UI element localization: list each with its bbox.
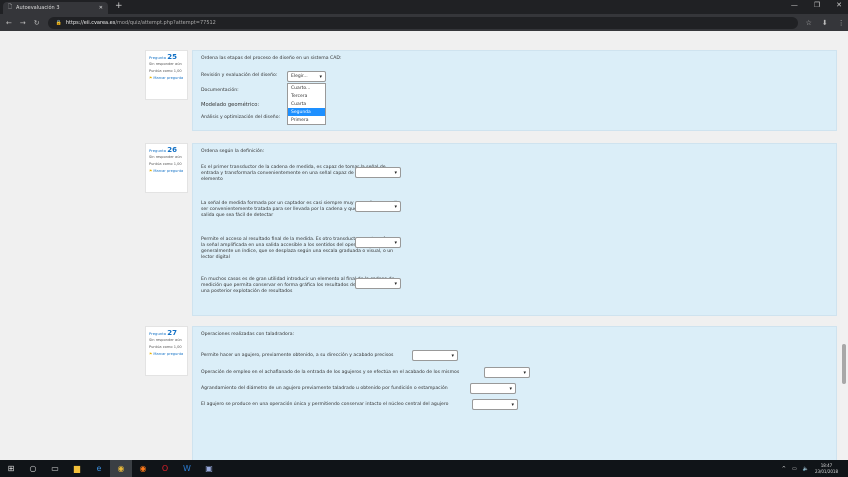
tray-chevron-icon[interactable]: ^ bbox=[782, 466, 786, 472]
dropdown-option[interactable]: Tercera bbox=[288, 92, 325, 100]
item-label: Análisis y optimización del diseño: bbox=[201, 115, 281, 120]
dropdown-option-selected[interactable]: Segunda bbox=[288, 108, 325, 116]
item-label: Modelado geométrico: bbox=[201, 102, 260, 108]
item-label: El agujero se produce en una operación ú… bbox=[201, 402, 449, 407]
flag-question[interactable]: ⚑ Marcar pregunta bbox=[149, 168, 184, 175]
network-icon[interactable]: ▭ bbox=[792, 466, 797, 472]
answer-select[interactable] bbox=[470, 383, 516, 394]
back-icon[interactable]: ← bbox=[6, 19, 12, 27]
maximize-icon[interactable]: ❐ bbox=[814, 1, 820, 9]
lock-icon: 🔒 bbox=[55, 19, 62, 26]
windows-taskbar: ⊞ ○ ▭ ▆ e ◉ ◉ O W ▣ ^ ▭ 🔈 18:47 23/01/2018 bbox=[0, 460, 848, 477]
url-host: https://eii.cvarea.es bbox=[65, 19, 116, 26]
score: Puntúa como 1,00 bbox=[149, 162, 182, 166]
answer-select[interactable] bbox=[355, 201, 401, 212]
item-label: Agrandamiento del diámetro de un agujero… bbox=[201, 386, 448, 391]
task-view-icon[interactable]: ▭ bbox=[44, 464, 66, 473]
url-path: /mod/quiz/attempt.php?attempt=77512 bbox=[115, 19, 216, 26]
scrollbar[interactable] bbox=[840, 31, 848, 460]
chrome-icon[interactable]: ◉ bbox=[110, 460, 132, 477]
status: Sin responder aún bbox=[149, 155, 182, 159]
opera-icon[interactable]: O bbox=[154, 464, 176, 473]
status: Sin responder aún bbox=[149, 338, 182, 342]
star-icon[interactable]: ☆ bbox=[806, 19, 812, 27]
answer-select[interactable] bbox=[355, 237, 401, 248]
search-icon[interactable]: ○ bbox=[22, 464, 44, 473]
question-prompt: Ordena las etapas del proceso de diseño … bbox=[201, 56, 342, 61]
flag-icon: ⚑ bbox=[149, 169, 153, 173]
page-icon: 🗋 bbox=[8, 4, 13, 10]
firefox-icon[interactable]: ◉ bbox=[132, 464, 154, 473]
flag-question[interactable]: ⚑ Marcar pregunta bbox=[149, 351, 184, 358]
score: Puntúa como 1,00 bbox=[149, 345, 182, 349]
question-info-26: Pregunta 26 Sin responder aún Puntúa com… bbox=[145, 143, 188, 193]
answer-select[interactable] bbox=[484, 367, 530, 378]
tab-title: Autoevaluación 3 bbox=[16, 5, 60, 11]
score: Puntúa como 1,00 bbox=[149, 69, 182, 73]
question-box-26: Ordena según la definición: Es el primer… bbox=[192, 143, 837, 316]
close-tab-icon[interactable]: ✕ bbox=[99, 5, 103, 11]
dropdown-list: Cuarto... Tercera Cuarta Segunda Primera bbox=[287, 83, 326, 125]
clock[interactable]: 18:47 23/01/2018 bbox=[815, 463, 838, 475]
item-label: Permite hacer un agujero, previamente ob… bbox=[201, 353, 394, 358]
question-prompt: Operaciones realizadas con taladradora: bbox=[201, 332, 295, 337]
item-label: Operación de empleo en el achaflanado de… bbox=[201, 370, 460, 375]
item-label: Documentación: bbox=[201, 88, 239, 93]
address-bar-row: ← → ↻ 🔒 https://eii.cvarea.es/mod/quiz/atte… bbox=[0, 14, 848, 31]
status: Sin responder aún bbox=[149, 62, 182, 66]
flag-icon: ⚑ bbox=[149, 76, 153, 80]
question-info-27: Pregunta 27 Sin responder aún Puntúa com… bbox=[145, 326, 188, 376]
word-icon[interactable]: W bbox=[176, 464, 198, 473]
app-icon[interactable]: ▣ bbox=[198, 464, 220, 473]
dropdown-option[interactable]: Primera bbox=[288, 116, 325, 124]
volume-icon[interactable]: 🔈 bbox=[803, 466, 809, 472]
new-tab-button[interactable]: + bbox=[115, 1, 123, 11]
dropdown-option[interactable]: Cuarta bbox=[288, 100, 325, 108]
answer-select[interactable] bbox=[355, 167, 401, 178]
browser-tab[interactable]: 🗋 Autoevaluación 3 ✕ bbox=[3, 2, 108, 14]
minimize-icon[interactable]: — bbox=[791, 1, 798, 9]
file-explorer-icon[interactable]: ▆ bbox=[66, 464, 88, 473]
scrollbar-thumb[interactable] bbox=[842, 344, 846, 384]
flag-question[interactable]: ⚑ Marcar pregunta bbox=[149, 75, 184, 82]
dropdown-option[interactable]: Cuarto... bbox=[288, 84, 325, 92]
answer-select[interactable] bbox=[472, 399, 518, 410]
url-input[interactable]: 🔒 https://eii.cvarea.es/mod/quiz/attempt.… bbox=[47, 16, 798, 29]
answer-select[interactable] bbox=[412, 350, 458, 361]
close-window-icon[interactable]: ✕ bbox=[836, 1, 842, 9]
question-prompt: Ordena según la definición: bbox=[201, 149, 265, 154]
extension-icon[interactable]: ⬇ bbox=[822, 19, 828, 27]
start-icon[interactable]: ⊞ bbox=[0, 464, 22, 473]
reload-icon[interactable]: ↻ bbox=[34, 19, 40, 27]
item-label: Revisión y evaluación del diseño: bbox=[201, 73, 278, 78]
browser-tab-bar: 🗋 Autoevaluación 3 ✕ + — ❐ ✕ bbox=[0, 0, 848, 14]
menu-icon[interactable]: ⋮ bbox=[838, 19, 845, 27]
answer-select[interactable]: Elegir... bbox=[287, 71, 326, 82]
forward-icon[interactable]: → bbox=[20, 19, 26, 27]
edge-icon[interactable]: e bbox=[88, 464, 110, 473]
flag-icon: ⚑ bbox=[149, 352, 153, 356]
question-info-25: Pregunta 25 Sin responder aún Puntúa com… bbox=[145, 50, 188, 100]
question-box-27: Operaciones realizadas con taladradora: … bbox=[192, 326, 837, 460]
answer-select[interactable] bbox=[355, 278, 401, 289]
